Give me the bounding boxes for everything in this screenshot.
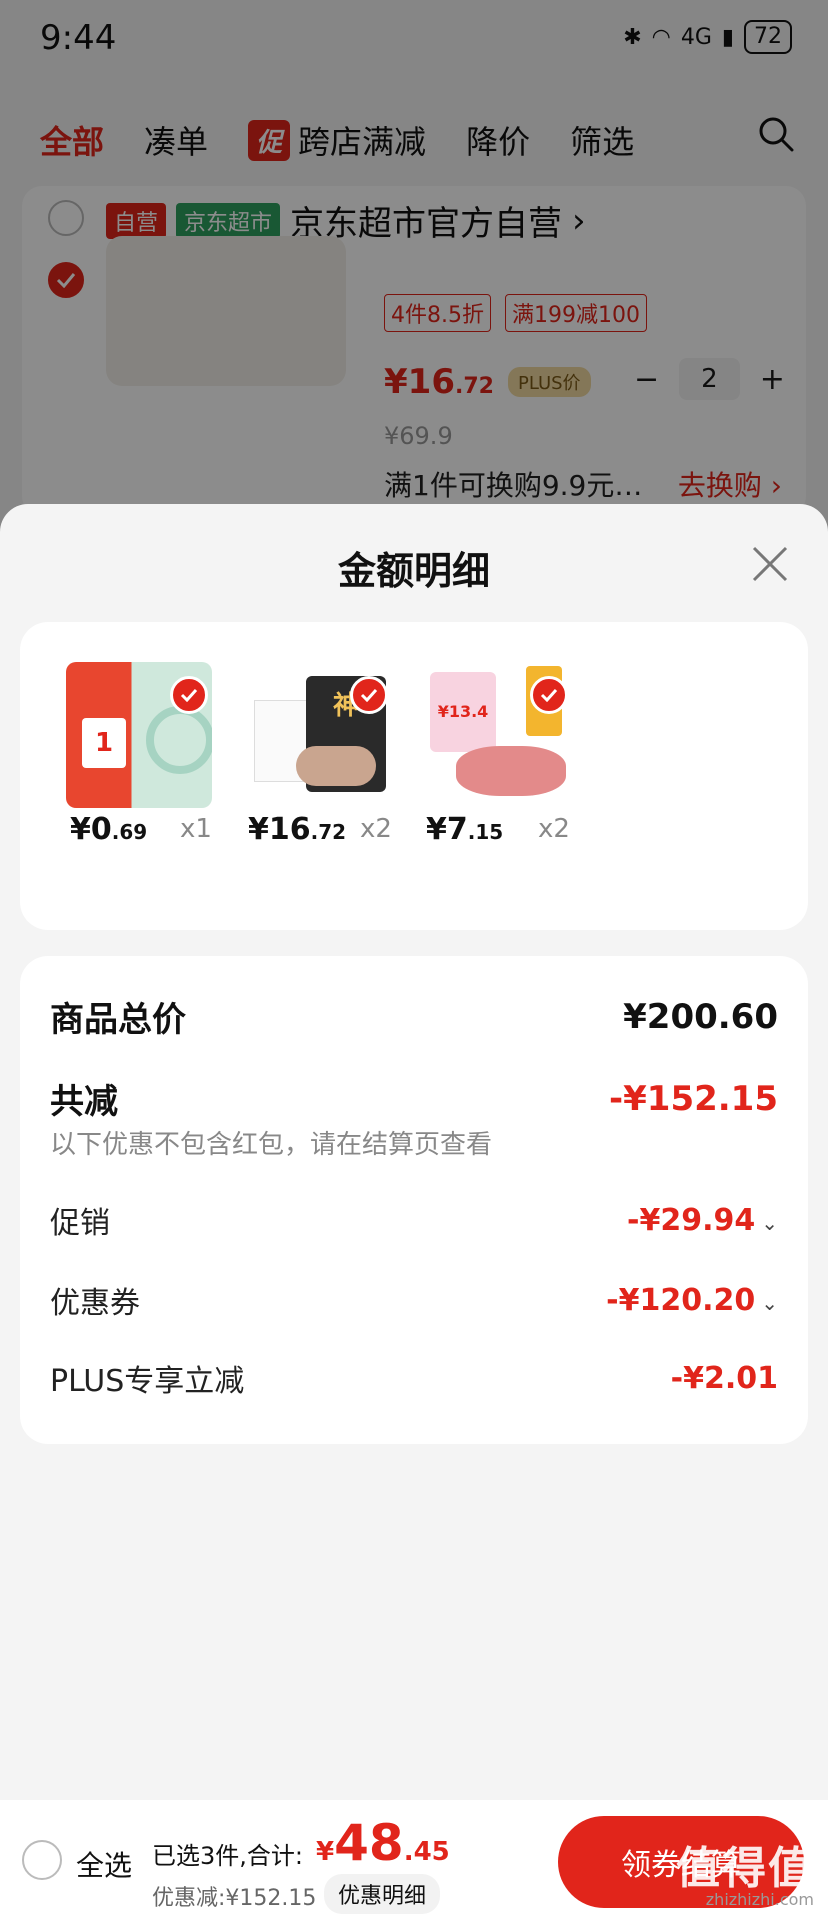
reduce-value: -¥152.15 [609,1078,778,1119]
watermark: 值得值 [676,1843,814,1894]
selected-summary: 已选3件,合计: [152,1842,303,1870]
summary-row-promo[interactable]: 促销 -¥29.94 ⌄ [50,1198,778,1242]
total-amount: ¥48.45 [316,1814,450,1872]
coupon-value: -¥120.20 [606,1282,756,1318]
product-qty: x1 [180,814,212,844]
product-thumbnail-badge: 1 [82,718,126,768]
product-thumbnail-badge: ¥13.4 [430,672,496,752]
discount-text: 优惠减:¥152.15 [152,1886,317,1911]
reduce-label: 共减 [50,1082,118,1122]
discount-detail-button[interactable]: 优惠明细 [324,1874,441,1914]
product-item[interactable]: 1 [66,662,216,808]
product-item[interactable]: 神 [246,662,396,808]
summary-row-plus: PLUS专享立减 -¥2.01 [50,1356,778,1400]
product-qty: x2 [360,814,392,844]
total-label: 商品总价 [50,1000,186,1040]
price-summary-card: 商品总价 ¥200.60 共减 -¥152.15 以下优惠不包含红包，请在结算页… [20,956,808,1444]
product-price: ¥7.15 [426,812,504,847]
check-icon [350,676,388,714]
summary-row-total: 商品总价 ¥200.60 [50,992,778,1041]
product-qty: x2 [538,814,570,844]
products-card: 1 ¥0.69 x1 神 ¥16.72 x2 ¥13.4 ¥7.15 x2 [20,622,808,930]
promo-value: -¥29.94 [627,1202,756,1238]
chevron-down-icon: ⌄ [761,1210,778,1235]
plus-value: -¥2.01 [670,1360,778,1396]
reduce-note: 以下优惠不包含红包，请在结算页查看 [50,1130,493,1160]
total-value: ¥200.60 [623,996,778,1037]
check-icon [170,676,208,714]
check-icon [530,676,568,714]
amount-detail-sheet: 金额明细 1 ¥0.69 x1 神 ¥16.72 x2 ¥13.4 ¥7.15 … [0,504,828,1920]
summary-row-reduce: 共减 -¥152.15 [50,1074,778,1123]
close-icon[interactable] [750,544,790,584]
plus-label: PLUS专享立减 [50,1364,245,1399]
sheet-title: 金额明细 [337,549,490,593]
product-price: ¥0.69 [70,812,148,847]
watermark-url: zhizhizhi.com [705,1890,814,1909]
coupon-value-group: -¥120.20 ⌄ [606,1283,778,1318]
summary-row-coupon[interactable]: 优惠券 -¥120.20 ⌄ [50,1278,778,1322]
promo-value-group: -¥29.94 ⌄ [627,1203,778,1238]
product-item[interactable]: ¥13.4 [426,662,576,808]
promo-label: 促销 [50,1206,110,1241]
coupon-label: 优惠券 [50,1286,140,1321]
chevron-down-icon: ⌄ [761,1290,778,1315]
select-all-label[interactable]: 全选 [76,1844,132,1884]
select-all-radio[interactable] [22,1840,62,1880]
product-price: ¥16.72 [248,812,347,847]
